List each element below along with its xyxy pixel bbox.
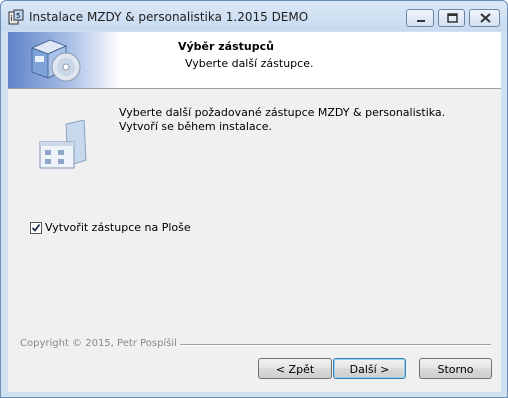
cancel-button[interactable]: Storno	[419, 358, 492, 379]
svg-text:i: i	[11, 14, 13, 23]
installer-app-icon: i 5	[8, 9, 24, 25]
title-bar[interactable]: i 5 Instalace MZDY & personalistika 1.20…	[1, 1, 507, 31]
wizard-client-area: Výběr zástupců Vyberte další zástupce. V…	[8, 32, 501, 392]
description-text: Vyberte další požadované zástupce MZDY &…	[119, 106, 446, 133]
installer-box-icon	[30, 39, 81, 82]
maximize-icon	[447, 13, 458, 23]
maximize-button[interactable]	[438, 9, 465, 27]
back-button[interactable]: < Zpět	[258, 358, 332, 379]
page-subtitle: Vyberte další zástupce.	[185, 57, 314, 70]
page-title: Výběr zástupců	[178, 40, 274, 53]
desktop-shortcut-label[interactable]: Vytvořit zástupce na Ploše	[45, 221, 191, 234]
close-icon	[480, 13, 491, 23]
shortcut-folder-icon	[39, 120, 87, 169]
desktop-shortcut-checkbox[interactable]	[30, 222, 42, 234]
next-button[interactable]: Další >	[333, 358, 406, 379]
checkmark-icon	[31, 223, 41, 232]
header-banner	[8, 32, 120, 88]
close-button[interactable]	[469, 9, 500, 27]
copyright-text: Copyright © 2015, Petr Pospíšil	[20, 338, 180, 349]
svg-text:5: 5	[16, 12, 20, 20]
wizard-header: Výběr zástupců Vyberte další zástupce.	[8, 32, 501, 89]
installer-window: i 5 Instalace MZDY & personalistika 1.20…	[0, 0, 508, 398]
minimize-button[interactable]	[406, 9, 434, 27]
window-title: Instalace MZDY & personalistika 1.2015 D…	[29, 10, 309, 24]
minimize-icon	[417, 20, 425, 22]
